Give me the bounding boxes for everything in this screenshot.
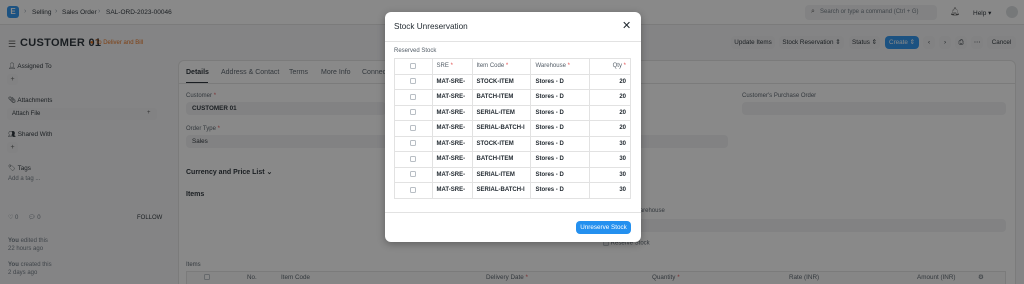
stock-unreservation-dialog: Stock Unreservation ✕ Reserved Stock SRE… xyxy=(385,12,641,242)
row-checkbox[interactable] xyxy=(394,135,433,152)
cell-sre[interactable]: MAT-SRE- xyxy=(431,120,473,137)
col-item-code: Item Code * xyxy=(471,58,532,75)
dialog-title: Stock Unreservation xyxy=(394,22,468,31)
close-icon[interactable]: ✕ xyxy=(622,19,631,32)
cell-sre[interactable]: MAT-SRE- xyxy=(431,104,473,121)
cell-qty[interactable]: 30 xyxy=(589,151,631,168)
table-row[interactable]: MAT-SRE- STOCK-ITEM Stores - D 20 xyxy=(394,73,631,90)
table-row[interactable]: MAT-SRE- SERIAL-BATCH-I Stores - D 30 xyxy=(394,182,631,199)
row-checkbox[interactable] xyxy=(394,89,433,106)
cell-sre[interactable]: MAT-SRE- xyxy=(431,151,473,168)
cell-sre[interactable]: MAT-SRE- xyxy=(431,89,473,106)
cell-item-code[interactable]: BATCH-ITEM xyxy=(471,89,532,106)
cell-warehouse[interactable]: Stores - D xyxy=(530,89,591,106)
row-checkbox[interactable] xyxy=(394,120,433,137)
checkbox-icon xyxy=(410,109,417,116)
checkbox-icon xyxy=(410,140,417,147)
table-row[interactable]: MAT-SRE- SERIAL-BATCH-I Stores - D 20 xyxy=(394,120,631,137)
col-qty: Qty * xyxy=(589,58,631,75)
table-row[interactable]: MAT-SRE- SERIAL-ITEM Stores - D 30 xyxy=(394,166,631,183)
cell-warehouse[interactable]: Stores - D xyxy=(530,182,591,199)
cell-sre[interactable]: MAT-SRE- xyxy=(431,73,473,90)
cell-warehouse[interactable]: Stores - D xyxy=(530,73,591,90)
col-sre: SRE * xyxy=(431,58,473,75)
cell-item-code[interactable]: SERIAL-BATCH-I xyxy=(471,182,532,199)
col-item-code-text: Item Code xyxy=(476,63,505,70)
row-checkbox[interactable] xyxy=(394,166,433,183)
dialog-header-divider xyxy=(385,41,641,42)
cell-warehouse[interactable]: Stores - D xyxy=(530,104,591,121)
col-qty-text: Qty xyxy=(612,63,622,70)
cell-qty[interactable]: 20 xyxy=(589,120,631,137)
checkbox-icon xyxy=(410,93,417,100)
checkbox-icon xyxy=(410,78,417,85)
dialog-footer-divider xyxy=(385,212,641,213)
checkbox-icon xyxy=(410,171,417,178)
cell-qty[interactable]: 30 xyxy=(589,166,631,183)
row-checkbox[interactable] xyxy=(394,151,433,168)
select-all-checkbox[interactable] xyxy=(394,58,433,75)
table-row[interactable]: MAT-SRE- BATCH-ITEM Stores - D 20 xyxy=(394,89,631,106)
cell-item-code[interactable]: SERIAL-BATCH-I xyxy=(471,120,532,137)
cell-warehouse[interactable]: Stores - D xyxy=(530,120,591,137)
reserved-stock-label: Reserved Stock xyxy=(394,48,437,54)
checkbox-icon xyxy=(410,124,417,131)
cell-warehouse[interactable]: Stores - D xyxy=(530,135,591,152)
cell-sre[interactable]: MAT-SRE- xyxy=(431,182,473,199)
cell-qty[interactable]: 30 xyxy=(589,182,631,199)
table-row[interactable]: MAT-SRE- STOCK-ITEM Stores - D 30 xyxy=(394,135,631,152)
col-sre-text: SRE xyxy=(436,63,449,70)
cell-item-code[interactable]: STOCK-ITEM xyxy=(471,73,532,90)
cell-item-code[interactable]: STOCK-ITEM xyxy=(471,135,532,152)
row-checkbox[interactable] xyxy=(394,182,433,199)
reserved-stock-table: SRE * Item Code * Warehouse * Qty * MAT-… xyxy=(394,58,631,199)
table-row[interactable]: MAT-SRE- BATCH-ITEM Stores - D 30 xyxy=(394,151,631,168)
cell-sre[interactable]: MAT-SRE- xyxy=(431,135,473,152)
table-row[interactable]: MAT-SRE- SERIAL-ITEM Stores - D 20 xyxy=(394,104,631,121)
cell-item-code[interactable]: BATCH-ITEM xyxy=(471,151,532,168)
checkbox-icon xyxy=(410,155,417,162)
cell-item-code[interactable]: SERIAL-ITEM xyxy=(471,104,532,121)
cell-item-code[interactable]: SERIAL-ITEM xyxy=(471,166,532,183)
cell-warehouse[interactable]: Stores - D xyxy=(530,151,591,168)
checkbox-icon xyxy=(410,62,417,69)
checkbox-icon xyxy=(410,186,417,193)
cell-qty[interactable]: 20 xyxy=(589,104,631,121)
table-header-row: SRE * Item Code * Warehouse * Qty * xyxy=(394,58,631,75)
row-checkbox[interactable] xyxy=(394,104,433,121)
unreserve-stock-button[interactable]: Unreserve Stock xyxy=(576,221,631,234)
cell-qty[interactable]: 30 xyxy=(589,135,631,152)
cell-sre[interactable]: MAT-SRE- xyxy=(431,166,473,183)
col-warehouse: Warehouse * xyxy=(530,58,591,75)
col-warehouse-text: Warehouse xyxy=(535,63,566,70)
row-checkbox[interactable] xyxy=(394,73,433,90)
cell-qty[interactable]: 20 xyxy=(589,73,631,90)
cell-warehouse[interactable]: Stores - D xyxy=(530,166,591,183)
cell-qty[interactable]: 20 xyxy=(589,89,631,106)
